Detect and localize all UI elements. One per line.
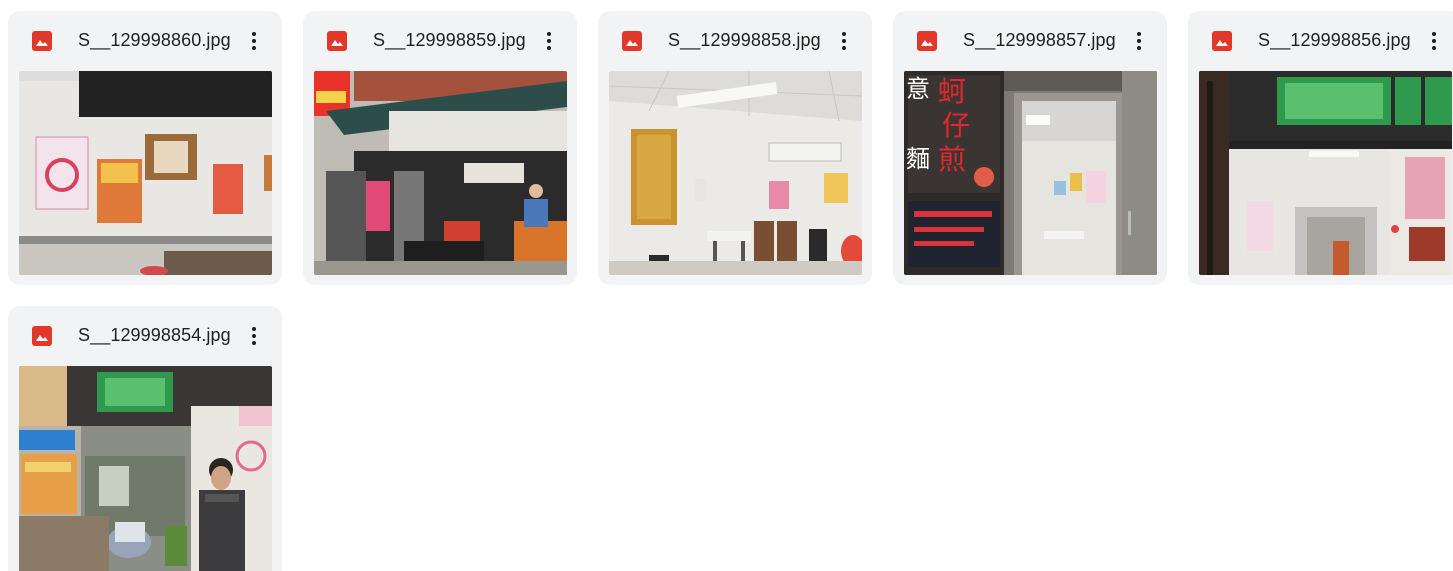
file-card[interactable]: S__129998854.jpg <box>8 306 282 571</box>
file-card-header: S__129998856.jpg <box>1188 11 1453 71</box>
file-card-header: S__129998858.jpg <box>598 11 872 71</box>
more-vert-icon[interactable] <box>242 324 266 348</box>
file-grid: S__129998860.jpg S__129998859.jpg S__129… <box>0 0 1453 571</box>
file-card[interactable]: S__129998859.jpg <box>303 11 577 285</box>
storefront-sign-char: 麵 <box>906 145 930 173</box>
file-name: S__129998860.jpg <box>78 30 231 50</box>
file-card-header: S__129998859.jpg <box>303 11 577 71</box>
file-card[interactable]: S__129998858.jpg <box>598 11 872 285</box>
storefront-sign-char: 蚵 <box>938 75 966 108</box>
image-file-icon <box>622 31 642 51</box>
image-file-icon <box>327 31 347 51</box>
more-vert-icon[interactable] <box>1422 29 1446 53</box>
file-card-header: S__129998860.jpg <box>8 11 282 71</box>
file-card[interactable]: S__129998856.jpg <box>1188 11 1453 285</box>
thumbnail-image[interactable] <box>19 366 272 571</box>
more-vert-icon[interactable] <box>1127 29 1151 53</box>
file-name: S__129998854.jpg <box>78 325 231 345</box>
more-vert-icon[interactable] <box>242 29 266 53</box>
thumbnail-image[interactable] <box>609 71 862 275</box>
file-name: S__129998859.jpg <box>373 30 526 50</box>
thumbnail-image[interactable] <box>19 71 272 275</box>
image-file-icon <box>32 31 52 51</box>
thumbnail-image[interactable] <box>314 71 567 275</box>
more-vert-icon[interactable] <box>832 29 856 53</box>
storefront-sign-char: 仔 <box>942 109 970 142</box>
file-card-header: S__129998854.jpg <box>8 306 282 366</box>
image-file-icon <box>917 31 937 51</box>
more-vert-icon[interactable] <box>537 29 561 53</box>
image-file-icon <box>1212 31 1232 51</box>
file-name: S__129998857.jpg <box>963 30 1116 50</box>
file-card[interactable]: S__129998860.jpg <box>8 11 282 285</box>
file-card-header: S__129998857.jpg <box>893 11 1167 71</box>
file-name: S__129998858.jpg <box>668 30 821 50</box>
image-file-icon <box>32 326 52 346</box>
file-name: S__129998856.jpg <box>1258 30 1411 50</box>
thumbnail-image[interactable]: 意 蚵 仔 麵 煎 <box>904 71 1157 275</box>
file-card[interactable]: S__129998857.jpg 意 蚵 仔 麵 煎 <box>893 11 1167 285</box>
thumbnail-image[interactable] <box>1199 71 1452 275</box>
storefront-sign-char: 煎 <box>938 143 966 176</box>
storefront-sign-char: 意 <box>906 75 930 103</box>
